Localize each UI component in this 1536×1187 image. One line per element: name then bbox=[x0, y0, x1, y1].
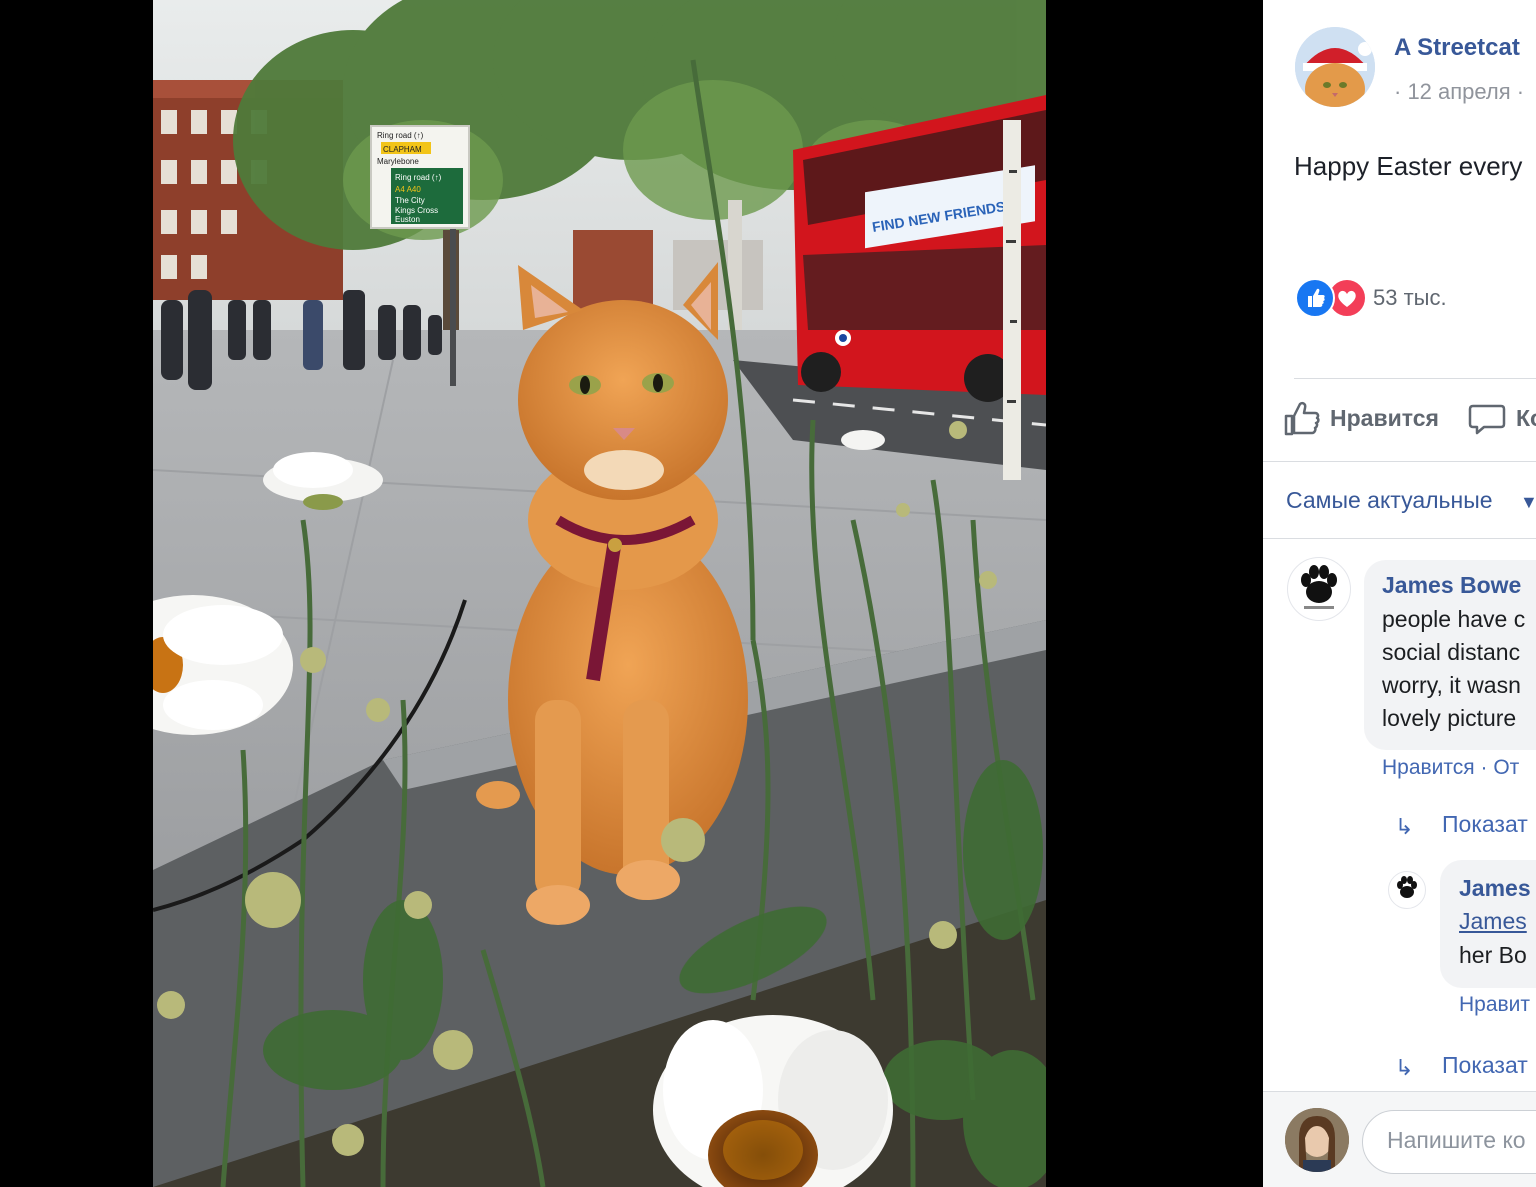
sign-line: A4 A40 bbox=[395, 185, 421, 194]
page-avatar-image bbox=[1295, 27, 1375, 107]
comment-actions[interactable]: Нравится · От bbox=[1382, 756, 1519, 780]
post-sidebar: A Streetcat · 12 апреля · Happy Easter e… bbox=[1263, 0, 1536, 1187]
photo-scene: Ring road (↑) CLAPHAM Marylebone Ring ro… bbox=[153, 0, 1046, 1187]
paw-icon bbox=[1301, 565, 1337, 609]
sign-line: Ring road (↑) bbox=[395, 173, 442, 182]
comment-text-line: people have c bbox=[1382, 606, 1526, 632]
comment-text-line: worry, it wasn bbox=[1382, 672, 1521, 698]
comment-input-box[interactable] bbox=[1362, 1110, 1536, 1174]
mentioned-user-link[interactable]: James bbox=[1459, 908, 1527, 935]
like-button[interactable] bbox=[1282, 398, 1322, 440]
divider bbox=[1294, 378, 1536, 379]
comment-button[interactable] bbox=[1468, 400, 1506, 443]
like-button-label[interactable]: Нравится bbox=[1330, 405, 1439, 432]
user-avatar[interactable] bbox=[1285, 1108, 1349, 1172]
comment-bubble: James James her Bo bbox=[1440, 860, 1536, 988]
comment-text-line: her Bo bbox=[1459, 942, 1527, 968]
comment-author[interactable]: James bbox=[1459, 875, 1531, 902]
comment-author[interactable]: James Bowe bbox=[1382, 572, 1521, 599]
comment-bubble: James Bowe people have c social distanc … bbox=[1364, 560, 1536, 750]
speech-bubble-icon bbox=[1468, 404, 1506, 435]
user-avatar-image bbox=[1285, 1108, 1349, 1172]
comment-sort-dropdown[interactable]: Самые актуальные bbox=[1286, 487, 1493, 514]
comment-actions[interactable]: Нравит bbox=[1459, 993, 1530, 1017]
comment-composer bbox=[1263, 1091, 1536, 1187]
view-replies-link[interactable]: Показат bbox=[1442, 811, 1528, 838]
view-replies-link[interactable]: Показат bbox=[1442, 1052, 1528, 1079]
sign-line: Ring road (↑) bbox=[377, 131, 424, 140]
commenter-avatar[interactable] bbox=[1287, 557, 1351, 621]
sign-line: Kings Cross bbox=[395, 206, 438, 215]
sign-line: Euston bbox=[395, 215, 420, 224]
sign-line: The City bbox=[395, 196, 425, 205]
reactions-count[interactable]: 53 тыс. bbox=[1373, 285, 1447, 311]
chevron-down-icon[interactable]: ▼ bbox=[1520, 492, 1536, 513]
page-name-link[interactable]: A Streetcat bbox=[1394, 34, 1520, 62]
post-timestamp[interactable]: · 12 апреля · bbox=[1394, 79, 1524, 105]
page-avatar[interactable] bbox=[1295, 27, 1375, 107]
comment-text-line: lovely picture bbox=[1382, 705, 1517, 731]
commenter-avatar[interactable] bbox=[1388, 871, 1426, 909]
paw-icon bbox=[1397, 876, 1417, 898]
post-photo[interactable]: Ring road (↑) CLAPHAM Marylebone Ring ro… bbox=[153, 0, 1046, 1187]
comment-text-line: social distanc bbox=[1382, 639, 1521, 665]
post-text: Happy Easter every bbox=[1294, 151, 1523, 181]
comment-button-label[interactable]: Ко bbox=[1516, 405, 1536, 432]
reply-arrow-icon: ↳ bbox=[1395, 814, 1414, 839]
divider bbox=[1263, 538, 1536, 539]
divider bbox=[1263, 461, 1536, 462]
reply-arrow-icon: ↳ bbox=[1395, 1055, 1414, 1080]
thumbs-up-icon bbox=[1295, 278, 1335, 318]
sign-line: Marylebone bbox=[377, 157, 419, 166]
comment-input[interactable] bbox=[1385, 1126, 1536, 1155]
thumbs-up-outline-icon bbox=[1284, 401, 1320, 436]
sign-line: CLAPHAM bbox=[383, 145, 422, 154]
